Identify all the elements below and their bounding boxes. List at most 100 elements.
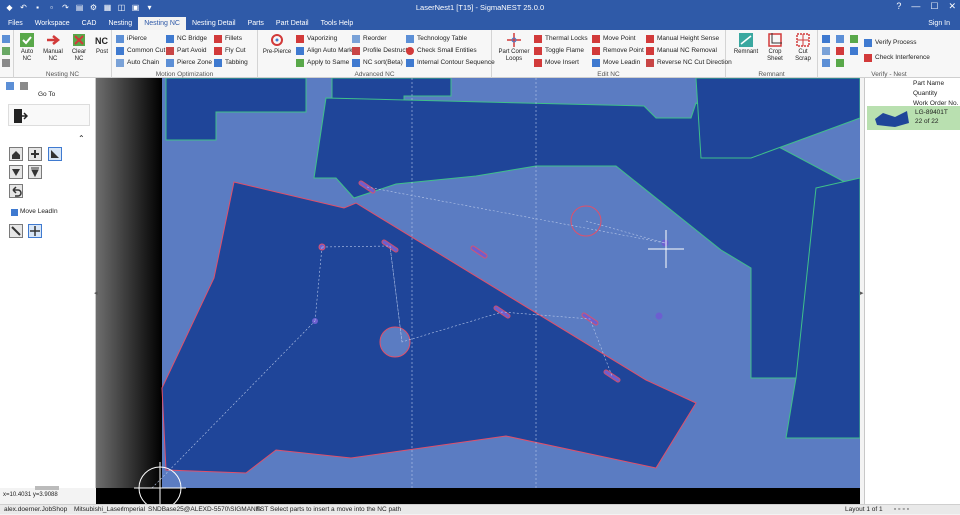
- verify-tool-6-icon[interactable]: [850, 45, 859, 56]
- verify-tool-8-icon[interactable]: [836, 57, 845, 68]
- clear-nc-icon: [73, 34, 85, 46]
- tab-tools-help[interactable]: Tools Help: [315, 17, 360, 30]
- cross-tool-button[interactable]: [28, 224, 42, 238]
- verify-tool-3-icon[interactable]: [850, 33, 859, 44]
- verify-tool-2-icon[interactable]: [836, 33, 845, 44]
- manual-height-sense-icon: [646, 35, 654, 43]
- down-left-tool-button[interactable]: [9, 165, 23, 179]
- tab-cad[interactable]: CAD: [76, 17, 103, 30]
- post-button[interactable]: NC Post: [91, 32, 113, 56]
- left-splitter-icon[interactable]: ◂: [94, 289, 98, 297]
- verify-tool-7-icon[interactable]: [822, 57, 831, 68]
- down-tool-button[interactable]: [28, 165, 42, 179]
- nest-canvas[interactable]: [96, 77, 861, 510]
- remove-point-icon: [592, 47, 600, 55]
- check-small-entities-button[interactable]: Check Small Entities: [406, 45, 477, 56]
- nc-bridge-icon: [166, 35, 174, 43]
- technology-table-button[interactable]: Technology Table: [406, 33, 467, 44]
- manual-nc-button[interactable]: Manual NC: [42, 32, 64, 63]
- move-point-button[interactable]: Move Point: [592, 33, 636, 44]
- pierce-zone-button[interactable]: Pierce Zone: [166, 57, 212, 68]
- verify-tool-1-icon[interactable]: [822, 33, 831, 44]
- add-tool-button[interactable]: [28, 147, 42, 161]
- group-label-motion-optimization: Motion Optimization: [155, 71, 214, 78]
- home-tool-button[interactable]: [9, 147, 23, 161]
- corner-tool-button[interactable]: [48, 147, 62, 161]
- part-list-row[interactable]: LG-89401T 22 of 22: [867, 106, 960, 130]
- crop-sheet-button[interactable]: Crop Sheet: [762, 32, 788, 63]
- maximize-icon[interactable]: ☐: [930, 1, 938, 12]
- internal-contour-sequence-button[interactable]: Internal Contour Sequence: [406, 57, 495, 68]
- align-auto-mark-button[interactable]: Align Auto Mark: [296, 45, 353, 56]
- check-interference-button[interactable]: Check Interference: [864, 52, 930, 63]
- reverse-nc-cut-direction-button[interactable]: Reverse NC Cut Direction: [646, 57, 732, 68]
- verify-process-button[interactable]: Verify Process: [864, 37, 917, 48]
- auto-nc-button[interactable]: Auto NC: [16, 32, 38, 63]
- hole-large-left[interactable]: [379, 326, 411, 358]
- layout-icon[interactable]: [2, 33, 10, 44]
- clear-nc-button[interactable]: Clear NC: [68, 32, 90, 63]
- right-splitter-icon[interactable]: ▸: [860, 289, 864, 297]
- auto-chain-icon: [116, 59, 124, 67]
- minimize-icon[interactable]: —: [911, 1, 920, 12]
- svg-text:NC: NC: [95, 36, 108, 46]
- toggle-flame-button[interactable]: Toggle Flame: [534, 45, 584, 56]
- collapse-caret-icon[interactable]: ⌃: [78, 134, 85, 143]
- tab-files[interactable]: Files: [2, 17, 29, 30]
- verify-process-icon: [864, 39, 872, 47]
- remove-point-button[interactable]: Remove Point: [592, 45, 644, 56]
- manual-height-sense-button[interactable]: Manual Height Sense: [646, 33, 719, 44]
- hole-small-1[interactable]: [661, 239, 669, 247]
- group-motion-optimization: iPierce Common Cut Auto Chain NC Bridge …: [112, 30, 258, 78]
- tab-parts[interactable]: Parts: [242, 17, 270, 30]
- tab-part-detail[interactable]: Part Detail: [270, 17, 315, 30]
- apply-to-same-button[interactable]: Apply to Same: [296, 57, 349, 68]
- exit-door-icon: [14, 109, 28, 123]
- help-icon[interactable]: ?: [896, 1, 901, 12]
- undo-tool-button[interactable]: [9, 184, 23, 198]
- panel-scroll-handle[interactable]: [35, 486, 59, 490]
- part-corner-loops-button[interactable]: Part Corner Loops: [496, 32, 532, 63]
- group-remnant: Remnant Crop Sheet Cut Scrap Remnant: [726, 30, 818, 78]
- diag-tool-button[interactable]: [9, 224, 23, 238]
- reorder-button[interactable]: Reorder: [352, 33, 386, 44]
- grid-view-icon[interactable]: [2, 45, 10, 56]
- common-cut-button[interactable]: Common Cut: [116, 45, 165, 56]
- thermal-locks-button[interactable]: Thermal Locks: [534, 33, 588, 44]
- cut-scrap-button[interactable]: Cut Scrap: [790, 32, 816, 63]
- fly-cut-button[interactable]: Fly Cut: [214, 45, 246, 56]
- reorder-icon: [352, 35, 360, 43]
- panel-icon-a[interactable]: [6, 80, 14, 91]
- menu-bar: Files Workspace CAD Nesting Nesting NC N…: [0, 17, 960, 30]
- check-small-entities-icon: [406, 47, 414, 55]
- vaporizing-button[interactable]: Vaporizing: [296, 33, 337, 44]
- nc-sort-button[interactable]: NC sort(Beta): [352, 57, 403, 68]
- remnant-button[interactable]: Remnant: [732, 32, 760, 56]
- panel-icon-b[interactable]: [20, 80, 28, 91]
- tab-nesting[interactable]: Nesting: [102, 17, 138, 30]
- profile-destruct-button[interactable]: Profile Destruct: [352, 45, 407, 56]
- col-quantity: Quantity: [913, 90, 938, 97]
- nc-bridge-button[interactable]: NC Bridge: [166, 33, 207, 44]
- close-icon[interactable]: ✕: [948, 1, 956, 12]
- ipierce-button[interactable]: iPierce: [116, 33, 147, 44]
- move-insert-button[interactable]: Move Insert: [534, 57, 579, 68]
- tab-nesting-detail[interactable]: Nesting Detail: [186, 17, 242, 30]
- manual-nc-removal-button[interactable]: Manual NC Removal: [646, 45, 717, 56]
- auto-chain-button[interactable]: Auto Chain: [116, 57, 159, 68]
- print-view-icon[interactable]: [2, 57, 10, 68]
- tabbing-button[interactable]: Tabbing: [214, 57, 248, 68]
- part-avoid-button[interactable]: Part Avoid: [166, 45, 207, 56]
- verify-tool-4-icon[interactable]: [822, 45, 831, 56]
- hole-small-2[interactable]: [655, 312, 663, 320]
- fillets-button[interactable]: Fillets: [214, 33, 242, 44]
- tab-nesting-nc[interactable]: Nesting NC: [138, 17, 186, 30]
- move-leadin-checkbox[interactable]: [11, 209, 18, 216]
- pre-pierce-button[interactable]: Pre-Pierce: [262, 32, 292, 56]
- sign-in-link[interactable]: Sign In: [928, 17, 950, 30]
- verify-tool-5-icon[interactable]: [836, 45, 845, 56]
- exit-panel[interactable]: [8, 104, 90, 126]
- move-leadin-button[interactable]: Move Leadin: [592, 57, 640, 68]
- tab-workspace[interactable]: Workspace: [29, 17, 76, 30]
- technology-table-icon: [406, 35, 414, 43]
